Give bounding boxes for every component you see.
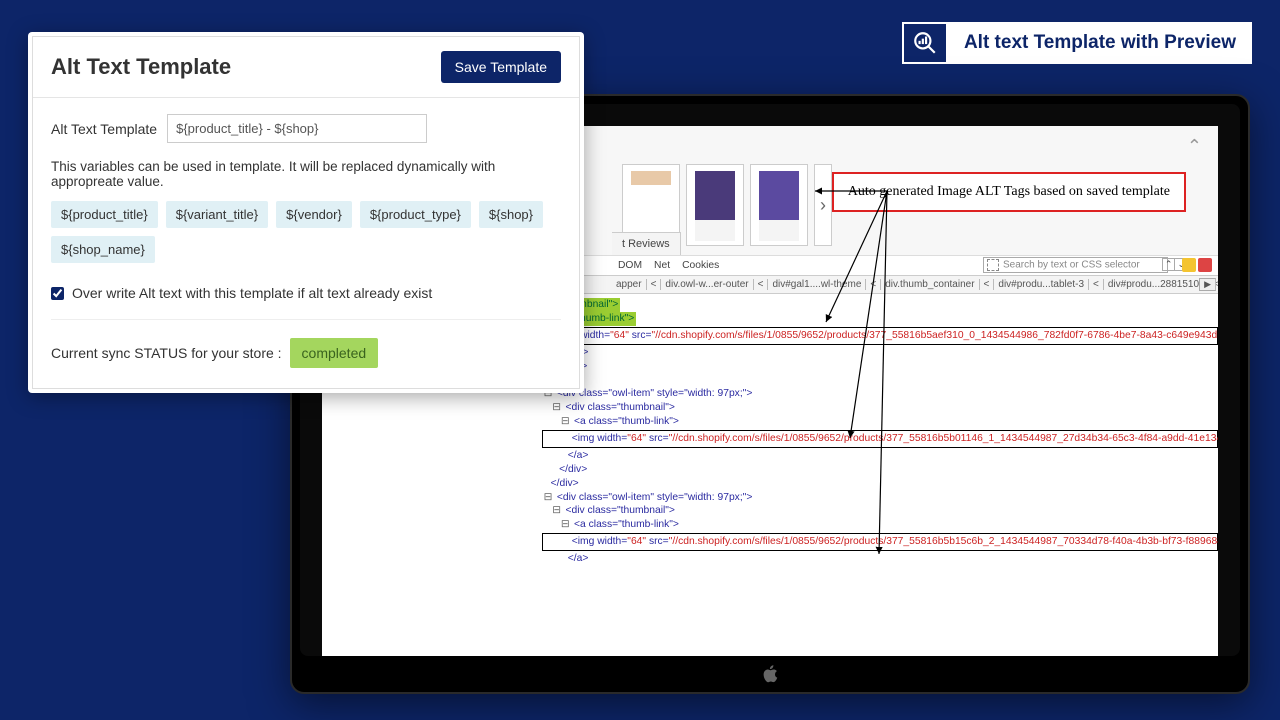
- variable-chip[interactable]: ${product_type}: [360, 201, 471, 228]
- save-template-button[interactable]: Save Template: [441, 51, 561, 83]
- header-title: Alt text Template with Preview: [948, 22, 1252, 64]
- variable-chip[interactable]: ${vendor}: [276, 201, 352, 228]
- template-field-label: Alt Text Template: [51, 121, 157, 137]
- variable-chips: ${product_title} ${variant_title} ${vend…: [51, 201, 561, 263]
- variable-chip[interactable]: ${shop_name}: [51, 236, 155, 263]
- overwrite-checkbox-row[interactable]: Over write Alt text with this template i…: [51, 281, 561, 320]
- devtools-search-input[interactable]: Search by text or CSS selector: [983, 257, 1168, 273]
- devtools-tab-dom[interactable]: DOM: [618, 260, 642, 271]
- apple-logo-icon: [759, 663, 781, 685]
- variable-chip[interactable]: ${variant_title}: [166, 201, 268, 228]
- status-badge: completed: [290, 338, 379, 368]
- overwrite-checkbox[interactable]: [51, 287, 64, 300]
- devtools-tab-cookies[interactable]: Cookies: [682, 260, 719, 271]
- variables-help-text: This variables can be used in template. …: [51, 159, 561, 189]
- magnifier-chart-icon: [902, 22, 948, 64]
- variable-chip[interactable]: ${product_title}: [51, 201, 158, 228]
- overwrite-label: Over write Alt text with this template i…: [72, 285, 432, 301]
- alt-text-template-panel: Alt Text Template Save Template Alt Text…: [28, 32, 584, 393]
- panel-title: Alt Text Template: [51, 54, 231, 80]
- status-label: Current sync STATUS for your store :: [51, 345, 282, 361]
- collapse-caret-icon[interactable]: ⌃: [1187, 136, 1202, 157]
- thumbnail-image[interactable]: [750, 164, 808, 246]
- firebug-icons[interactable]: [1182, 258, 1212, 272]
- callout-box: Auto generated Image ALT Tags based on s…: [832, 172, 1186, 212]
- tab-reviews[interactable]: t Reviews: [612, 232, 681, 255]
- template-input[interactable]: [167, 114, 427, 143]
- variable-chip[interactable]: ${shop}: [479, 201, 543, 228]
- breadcrumb-scroll-right-icon[interactable]: ▶: [1199, 278, 1216, 291]
- devtools-tab-net[interactable]: Net: [654, 260, 670, 271]
- carousel-next-icon[interactable]: ›: [814, 164, 832, 246]
- header-badge: Alt text Template with Preview: [902, 22, 1252, 64]
- thumbnail-image[interactable]: [686, 164, 744, 246]
